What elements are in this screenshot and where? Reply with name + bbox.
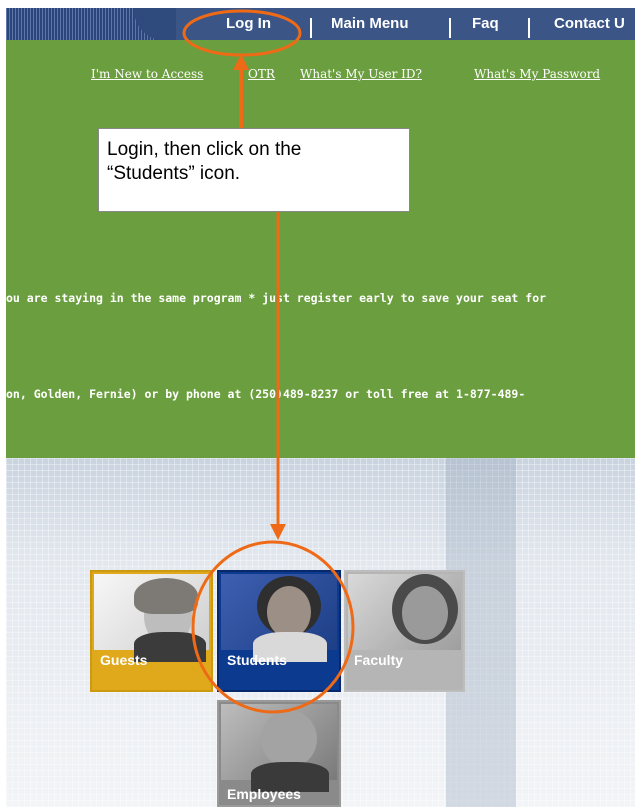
annotation-overlay bbox=[182, 9, 355, 714]
login-highlight-ellipse bbox=[182, 9, 302, 57]
arrow-down-head bbox=[270, 524, 286, 540]
students-highlight-ellipse bbox=[191, 540, 355, 714]
instruction-callout: Login, then click on the “Students” icon… bbox=[98, 128, 410, 212]
instruction-text: Login, then click on the “Students” icon… bbox=[107, 139, 302, 184]
